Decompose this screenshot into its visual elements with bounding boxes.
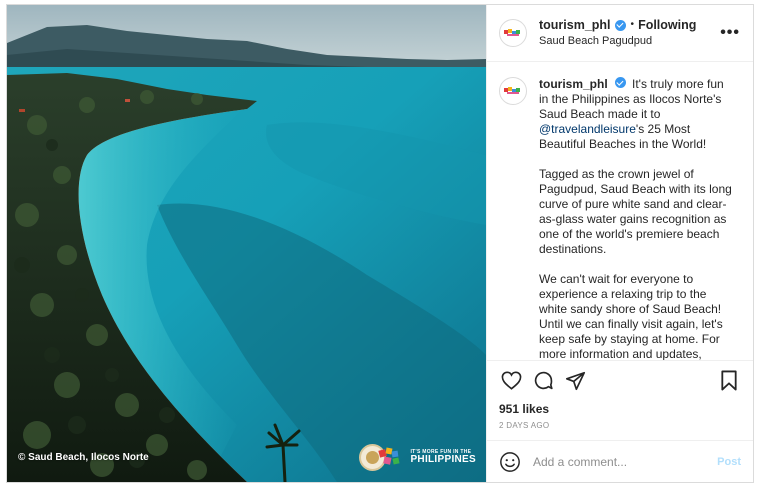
heart-icon[interactable] [499, 369, 523, 393]
beach-aerial-photo [7, 5, 486, 482]
post-comment-button[interactable]: Post [717, 456, 741, 468]
account-logo-icon [504, 29, 520, 36]
post-sidebar: tourism_phl • Following Saud Beach Pagud… [486, 5, 753, 482]
brand-name: PHILIPPINES [410, 453, 476, 465]
bookmark-icon[interactable] [717, 369, 741, 393]
caption-paragraph-2: Tagged as the crown jewel of Pagudpud, S… [539, 167, 732, 256]
verified-badge-icon [614, 19, 626, 31]
instagram-post: © Saud Beach, Ilocos Norte IT'S MORE FUN… [6, 4, 754, 483]
photo-credit: © Saud Beach, Ilocos Norte [18, 452, 149, 463]
avatar[interactable] [499, 19, 527, 47]
post-photo[interactable]: © Saud Beach, Ilocos Norte IT'S MORE FUN… [7, 5, 486, 482]
more-options-icon[interactable]: ••• [720, 25, 740, 41]
header-username[interactable]: tourism_phl [539, 17, 611, 33]
caption-username[interactable]: tourism_phl [539, 77, 608, 91]
following-button[interactable]: Following [638, 17, 696, 33]
its-more-fun-logo: IT'S MORE FUN IN THE PHILIPPINES [378, 446, 476, 468]
smiley-icon[interactable] [499, 451, 521, 473]
caption-avatar[interactable] [499, 77, 527, 105]
action-bar [487, 360, 753, 400]
account-logo-icon [504, 87, 520, 94]
post-header: tourism_phl • Following Saud Beach Pagud… [487, 5, 753, 62]
caption-text: tourism_phl It's truly more fun in the P… [539, 77, 735, 360]
header-separator: • [630, 19, 635, 30]
comment-bubble-icon[interactable] [531, 369, 555, 393]
caption-verified-badge-icon [614, 77, 626, 88]
post-timestamp[interactable]: 2 DAYS AGO [487, 418, 753, 440]
comment-bar: Post [487, 440, 753, 482]
caption-paragraph-3: We can't wait for everyone to experience… [539, 272, 723, 360]
comment-input[interactable] [533, 454, 718, 469]
caption-area: tourism_phl It's truly more fun in the P… [487, 62, 753, 360]
paper-plane-icon[interactable] [563, 369, 587, 393]
location-link[interactable]: Saud Beach Pagudpud [539, 33, 720, 49]
likes-count[interactable]: 951 likes [487, 400, 753, 418]
brand-mark-icon [378, 446, 406, 468]
mention-link[interactable]: @travelandleisure [539, 122, 636, 136]
